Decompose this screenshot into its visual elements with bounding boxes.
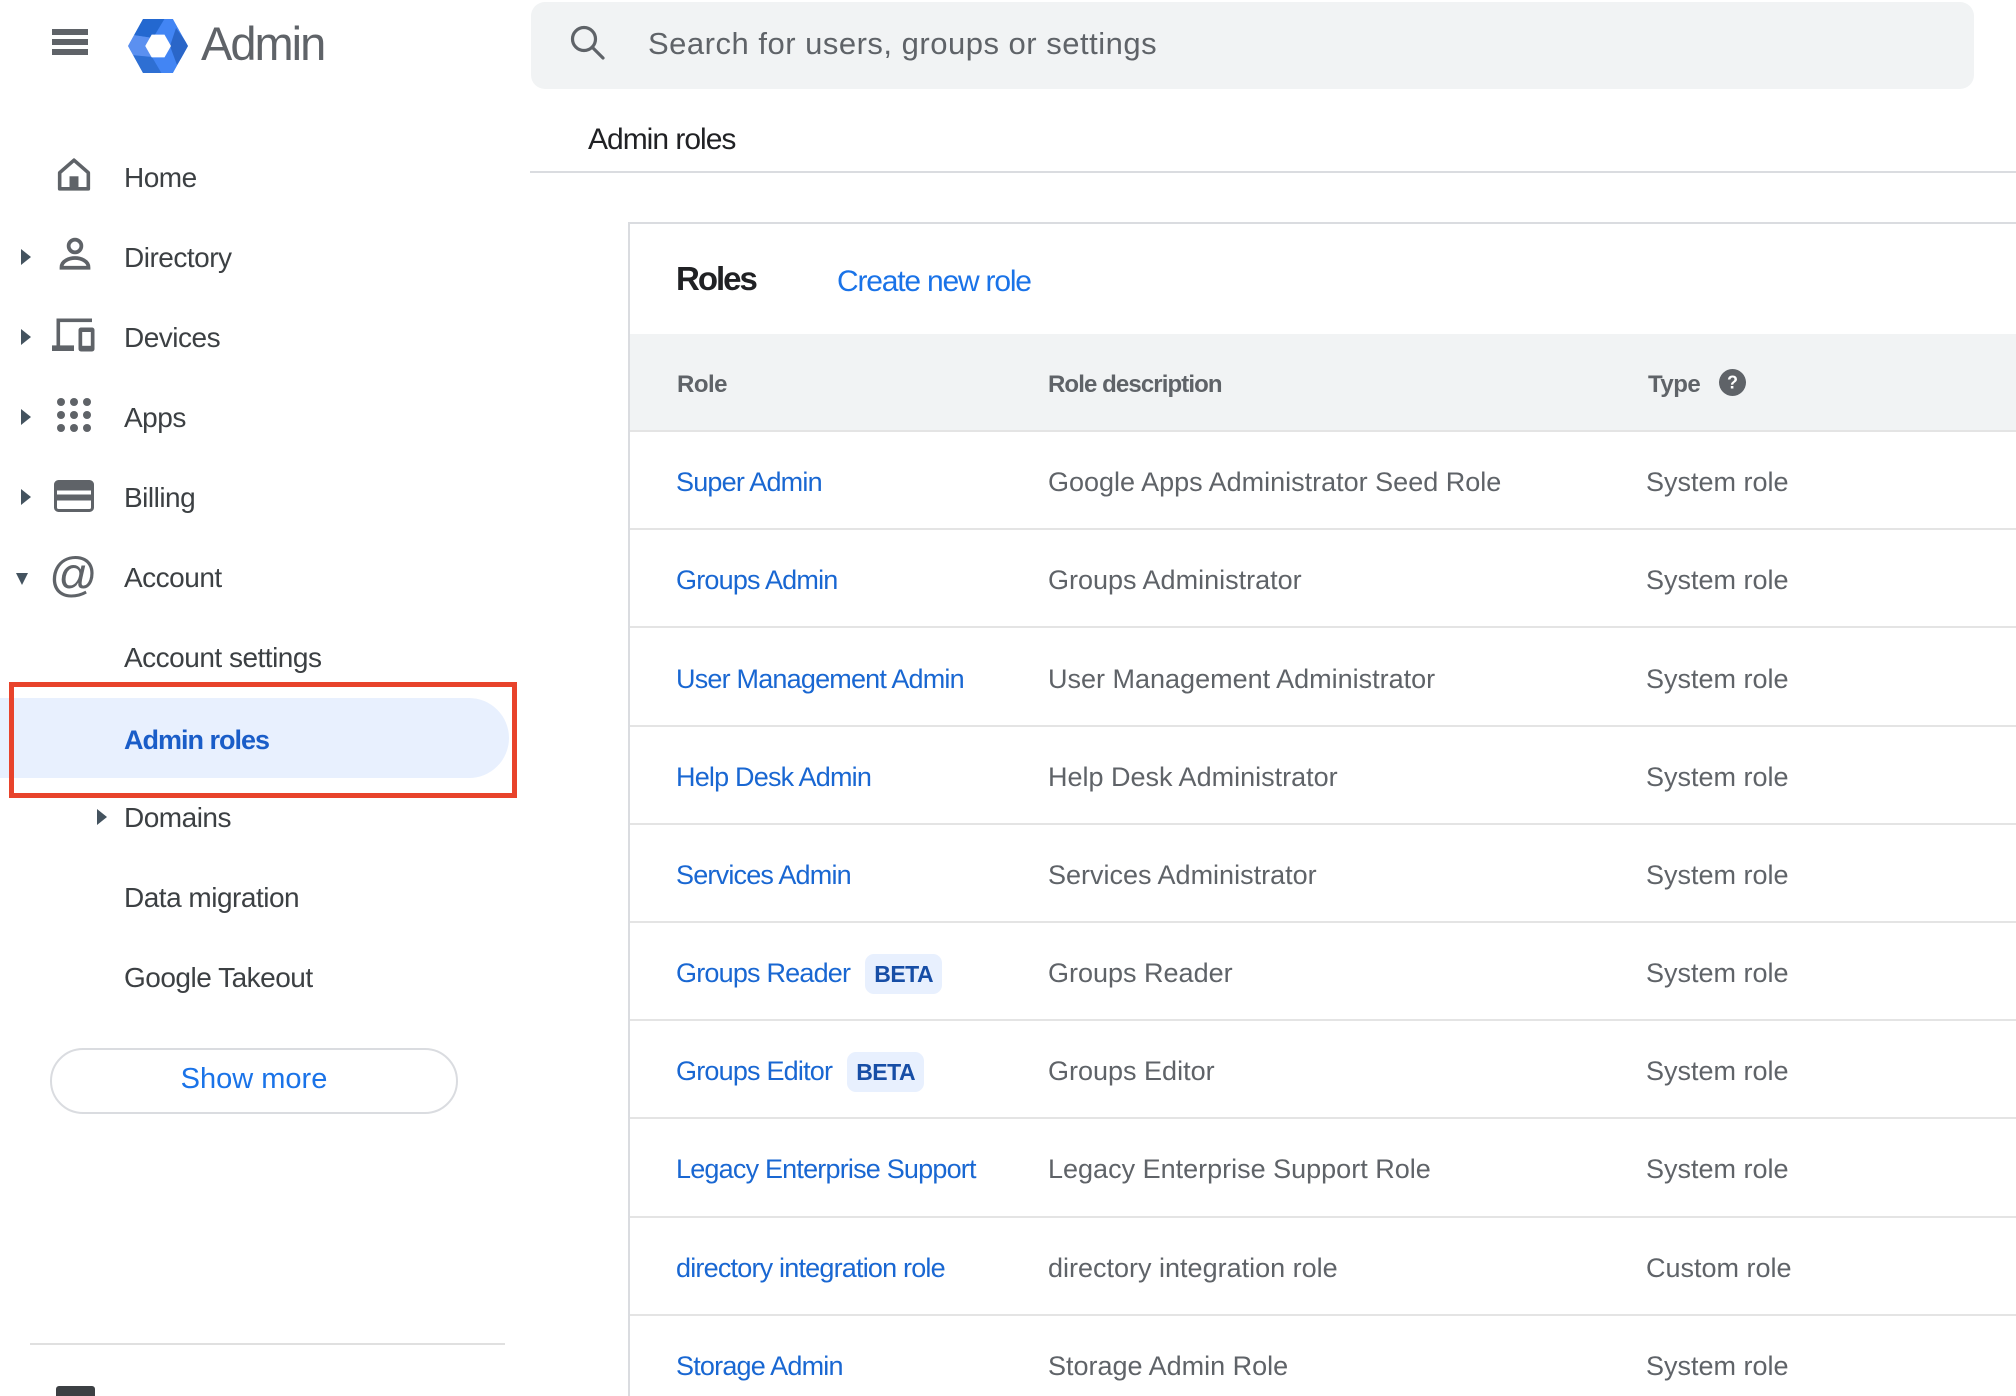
- svg-text:?: ?: [1727, 373, 1738, 393]
